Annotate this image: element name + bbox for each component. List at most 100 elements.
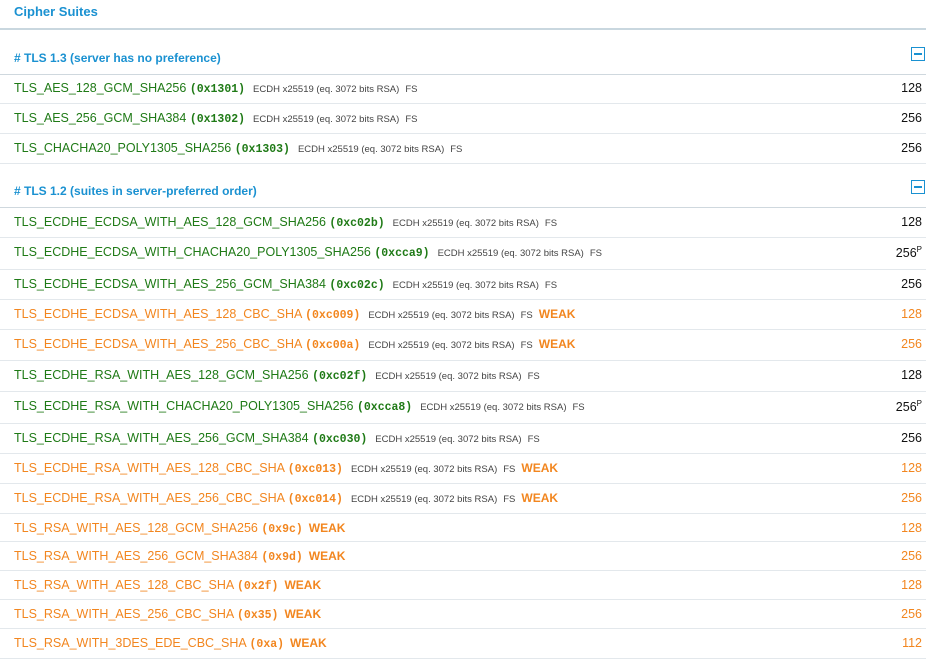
cipher-code: (0xc02f) [312, 370, 368, 383]
cipher-name: TLS_CHACHA20_POLY1305_SHA256 [14, 141, 232, 155]
cipher-name: TLS_RSA_WITH_AES_128_CBC_SHA [14, 578, 234, 592]
cipher-suites-title: Cipher Suites [14, 4, 98, 19]
cipher-code: (0x1303) [234, 143, 290, 156]
cipher-suite-cell: TLS_AES_256_GCM_SHA384 (0x1302) ECDH x255… [14, 111, 417, 126]
key-bits-value: 256 [901, 491, 922, 505]
preference-marker: P [916, 245, 922, 254]
key-exchange-info: ECDH x25519 (eq. 3072 bits RSA) [392, 218, 539, 229]
cipher-suite-row: TLS_AES_128_GCM_SHA256 (0x1301) ECDH x255… [0, 74, 926, 104]
cipher-suite-cell: TLS_ECDHE_ECDSA_WITH_AES_128_CBC_SHA (0x… [14, 307, 575, 322]
cipher-suite-row: TLS_ECDHE_RSA_WITH_CHACHA20_POLY1305_SHA… [0, 392, 926, 424]
cipher-suite-cell: TLS_RSA_WITH_AES_256_GCM_SHA384 (0x9d) WE… [14, 549, 345, 564]
key-bits-value: 256 [895, 400, 917, 415]
cipher-suite-cell: TLS_ECDHE_RSA_WITH_AES_256_CBC_SHA (0xc0… [14, 491, 558, 506]
title-divider [0, 28, 926, 30]
cipher-name: TLS_ECDHE_RSA_WITH_AES_256_GCM_SHA384 [14, 431, 309, 445]
cipher-suite-row: TLS_RSA_WITH_AES_256_GCM_SHA384 (0x9d) WE… [0, 542, 926, 571]
forward-secrecy-badge: FS [527, 434, 540, 445]
cipher-name: TLS_ECDHE_RSA_WITH_AES_128_GCM_SHA256 [14, 368, 309, 382]
key-exchange-info: ECDH x25519 (eq. 3072 bits RSA) [368, 310, 515, 321]
weak-badge: WEAK [290, 636, 327, 650]
forward-secrecy-badge: FS [503, 464, 516, 475]
key-bits-value: 128 [901, 307, 922, 321]
forward-secrecy-badge: FS [405, 84, 418, 95]
key-bits: 256 [901, 607, 922, 621]
key-exchange-info: ECDH x25519 (eq. 3072 bits RSA) [375, 371, 522, 382]
cipher-suite-row: TLS_ECDHE_RSA_WITH_AES_128_GCM_SHA256 (0… [0, 361, 926, 392]
cipher-suite-cell: TLS_ECDHE_ECDSA_WITH_AES_256_GCM_SHA384 … [14, 277, 557, 292]
weak-badge: WEAK [284, 607, 322, 621]
cipher-suite-row: TLS_ECDHE_RSA_WITH_AES_256_GCM_SHA384 (0… [0, 424, 926, 454]
key-bits-value: 128 [901, 461, 922, 475]
cipher-suite-row: TLS_ECDHE_RSA_WITH_AES_256_CBC_SHA (0xc0… [0, 484, 926, 514]
cipher-name: TLS_AES_256_GCM_SHA384 [14, 111, 187, 125]
weak-badge: WEAK [284, 578, 322, 592]
key-bits-value: 128 [901, 368, 922, 382]
key-bits: 256 [901, 277, 922, 291]
cipher-code: (0xc02b) [329, 217, 385, 230]
weak-badge: WEAK [308, 549, 346, 563]
cipher-code: (0x2f) [237, 580, 279, 593]
key-bits: 128 [901, 368, 922, 382]
key-exchange-info: ECDH x25519 (eq. 3072 bits RSA) [375, 434, 522, 445]
cipher-code: (0x35) [237, 609, 279, 622]
cipher-suite-cell: TLS_RSA_WITH_AES_256_CBC_SHA (0x35) WEAK [14, 607, 321, 622]
key-bits-value: 256 [901, 431, 922, 445]
collapse-minus-icon[interactable] [911, 47, 925, 61]
cipher-suite-cell: TLS_RSA_WITH_3DES_EDE_CBC_SHA (0xa) WEAK [14, 636, 327, 651]
key-bits: 256P [896, 245, 922, 260]
cipher-code: (0x9d) [261, 551, 303, 564]
cipher-code: (0xc02c) [329, 279, 385, 292]
cipher-suite-cell: TLS_ECDHE_ECDSA_WITH_CHACHA20_POLY1305_S… [14, 245, 602, 260]
key-exchange-info: ECDH x25519 (eq. 3072 bits RSA) [350, 464, 498, 475]
cipher-suite-cell: TLS_CHACHA20_POLY1305_SHA256 (0x1303) ECD… [14, 141, 462, 156]
cipher-name: TLS_RSA_WITH_AES_256_CBC_SHA [14, 607, 234, 621]
forward-secrecy-badge: FS [520, 340, 533, 351]
cipher-name: TLS_ECDHE_ECDSA_WITH_AES_128_CBC_SHA [14, 307, 302, 321]
cipher-suite-row: TLS_ECDHE_RSA_WITH_AES_128_CBC_SHA (0xc0… [0, 454, 926, 484]
cipher-suite-cell: TLS_ECDHE_RSA_WITH_AES_128_CBC_SHA (0xc0… [14, 461, 558, 476]
cipher-suite-cell: TLS_ECDHE_RSA_WITH_AES_256_GCM_SHA384 (0… [14, 431, 540, 446]
key-bits-value: 256 [901, 337, 922, 351]
key-exchange-info: ECDH x25519 (eq. 3072 bits RSA) [368, 340, 515, 351]
key-bits-value: 256 [901, 277, 922, 291]
cipher-code: (0x9c) [261, 523, 303, 536]
forward-secrecy-badge: FS [544, 218, 558, 229]
cipher-suite-cell: TLS_RSA_WITH_AES_128_GCM_SHA256 (0x9c) WE… [14, 521, 345, 536]
cipher-name: TLS_ECDHE_ECDSA_WITH_AES_256_CBC_SHA [14, 337, 302, 351]
forward-secrecy-badge: FS [520, 310, 533, 321]
key-exchange-info: ECDH x25519 (eq. 3072 bits RSA) [253, 84, 400, 95]
collapse-minus-icon[interactable] [911, 180, 925, 194]
section-header-label: # TLS 1.2 (suites in server-preferred or… [14, 184, 257, 198]
key-bits-value: 256 [901, 607, 922, 621]
key-bits: 256 [901, 337, 922, 351]
preference-marker: P [916, 399, 922, 408]
cipher-suite-cell: TLS_AES_128_GCM_SHA256 (0x1301) ECDH x255… [14, 81, 417, 96]
forward-secrecy-badge: FS [527, 371, 540, 382]
key-bits-value: 128 [901, 215, 922, 229]
cipher-name: TLS_ECDHE_RSA_WITH_AES_128_CBC_SHA [14, 461, 285, 475]
cipher-name: TLS_ECDHE_ECDSA_WITH_CHACHA20_POLY1305_S… [14, 245, 371, 259]
section-header-1: # TLS 1.2 (suites in server-preferred or… [0, 165, 926, 208]
cipher-code: (0x1301) [189, 83, 246, 96]
cipher-code: (0x1302) [189, 113, 246, 126]
cipher-name: TLS_ECDHE_ECDSA_WITH_AES_128_GCM_SHA256 [14, 215, 326, 229]
forward-secrecy-badge: FS [572, 402, 585, 413]
key-bits: 256P [896, 399, 922, 414]
cipher-code: (0xc014) [287, 493, 343, 506]
key-bits: 128 [901, 578, 922, 592]
key-bits-value: 128 [901, 521, 922, 535]
cipher-code: (0xc030) [312, 433, 368, 446]
weak-badge: WEAK [521, 461, 559, 475]
cipher-suite-row: TLS_RSA_WITH_AES_128_GCM_SHA256 (0x9c) WE… [0, 514, 926, 542]
cipher-suite-row: TLS_AES_256_GCM_SHA384 (0x1302) ECDH x255… [0, 104, 926, 134]
forward-secrecy-badge: FS [544, 280, 558, 291]
key-bits: 256 [901, 141, 922, 155]
key-bits: 128 [901, 521, 922, 535]
cipher-code: (0xc009) [305, 309, 361, 322]
key-bits-value: 256 [901, 141, 922, 155]
key-exchange-info: ECDH x25519 (eq. 3072 bits RSA) [420, 402, 567, 413]
key-bits: 128 [901, 215, 922, 229]
cipher-suite-cell: TLS_ECDHE_RSA_WITH_AES_128_GCM_SHA256 (0… [14, 368, 540, 383]
cipher-name: TLS_RSA_WITH_AES_128_GCM_SHA256 [14, 521, 258, 535]
